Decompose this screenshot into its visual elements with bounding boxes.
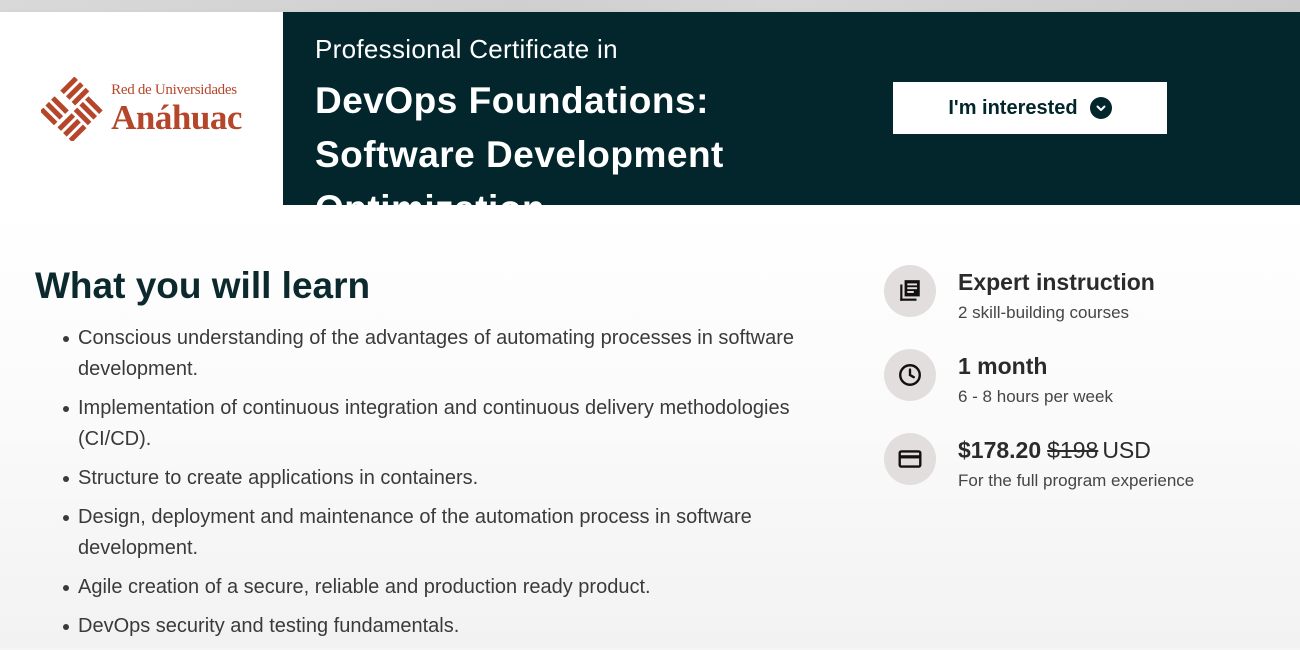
brand-line1: Red de Universidades: [111, 81, 237, 98]
clock-icon: [884, 349, 936, 401]
main-content: What you will learn Conscious understand…: [0, 205, 1300, 648]
logo-box: Red de Universidades Anáhuac: [0, 12, 283, 205]
interested-button[interactable]: I'm interested: [893, 82, 1167, 134]
fact-price: $178.20 $198 USD For the full program expe…: [884, 433, 1284, 517]
price: $178.20 $198 USD: [958, 437, 1151, 464]
fact-title: Expert instruction: [958, 269, 1155, 295]
list-item: Structure to create applications in cont…: [63, 463, 858, 494]
fact-title: 1 month: [958, 353, 1048, 379]
fact-duration: 1 month 6 - 8 hours per week: [884, 349, 1284, 433]
learn-heading: What you will learn: [35, 265, 371, 306]
list-item: Implementation of continuous integration…: [63, 393, 858, 455]
list-item: DevOps security and testing fundamentals…: [63, 611, 858, 642]
hero-banner: Red de Universidades Anáhuac Professiona…: [0, 12, 1300, 229]
brand-line2: Anáhuac: [111, 97, 242, 137]
learn-list: Conscious understanding of the advantage…: [63, 323, 858, 650]
background-strip: [0, 0, 1300, 12]
fact-subtitle: 2 skill-building courses: [958, 303, 1130, 322]
list-item: Agile creation of a secure, reliable and…: [63, 572, 858, 603]
anahuac-logo-mark-icon: [41, 76, 103, 141]
fact-subtitle: For the full program experience: [958, 471, 1195, 490]
original-price: $198: [1047, 437, 1099, 463]
list-item: Conscious understanding of the advantage…: [63, 323, 858, 385]
courses-icon: [884, 265, 936, 317]
chevron-down-icon: [1089, 97, 1112, 119]
program-type: Professional Certificate in: [315, 34, 618, 64]
program-facts: Expert instruction 2 skill-building cour…: [884, 265, 1284, 517]
credit-card-icon: [884, 433, 936, 485]
price-currency: USD: [1102, 437, 1151, 463]
fact-instruction: Expert instruction 2 skill-building cour…: [884, 265, 1284, 349]
interested-button-label: I'm interested: [948, 96, 1078, 119]
fact-subtitle: 6 - 8 hours per week: [958, 387, 1113, 406]
title-panel: Professional Certificate in DevOps Found…: [283, 12, 1300, 229]
list-item: Design, deployment and maintenance of th…: [63, 502, 858, 564]
current-price: $178.20: [958, 437, 1042, 463]
anahuac-logo[interactable]: Red de Universidades Anáhuac: [41, 76, 242, 141]
